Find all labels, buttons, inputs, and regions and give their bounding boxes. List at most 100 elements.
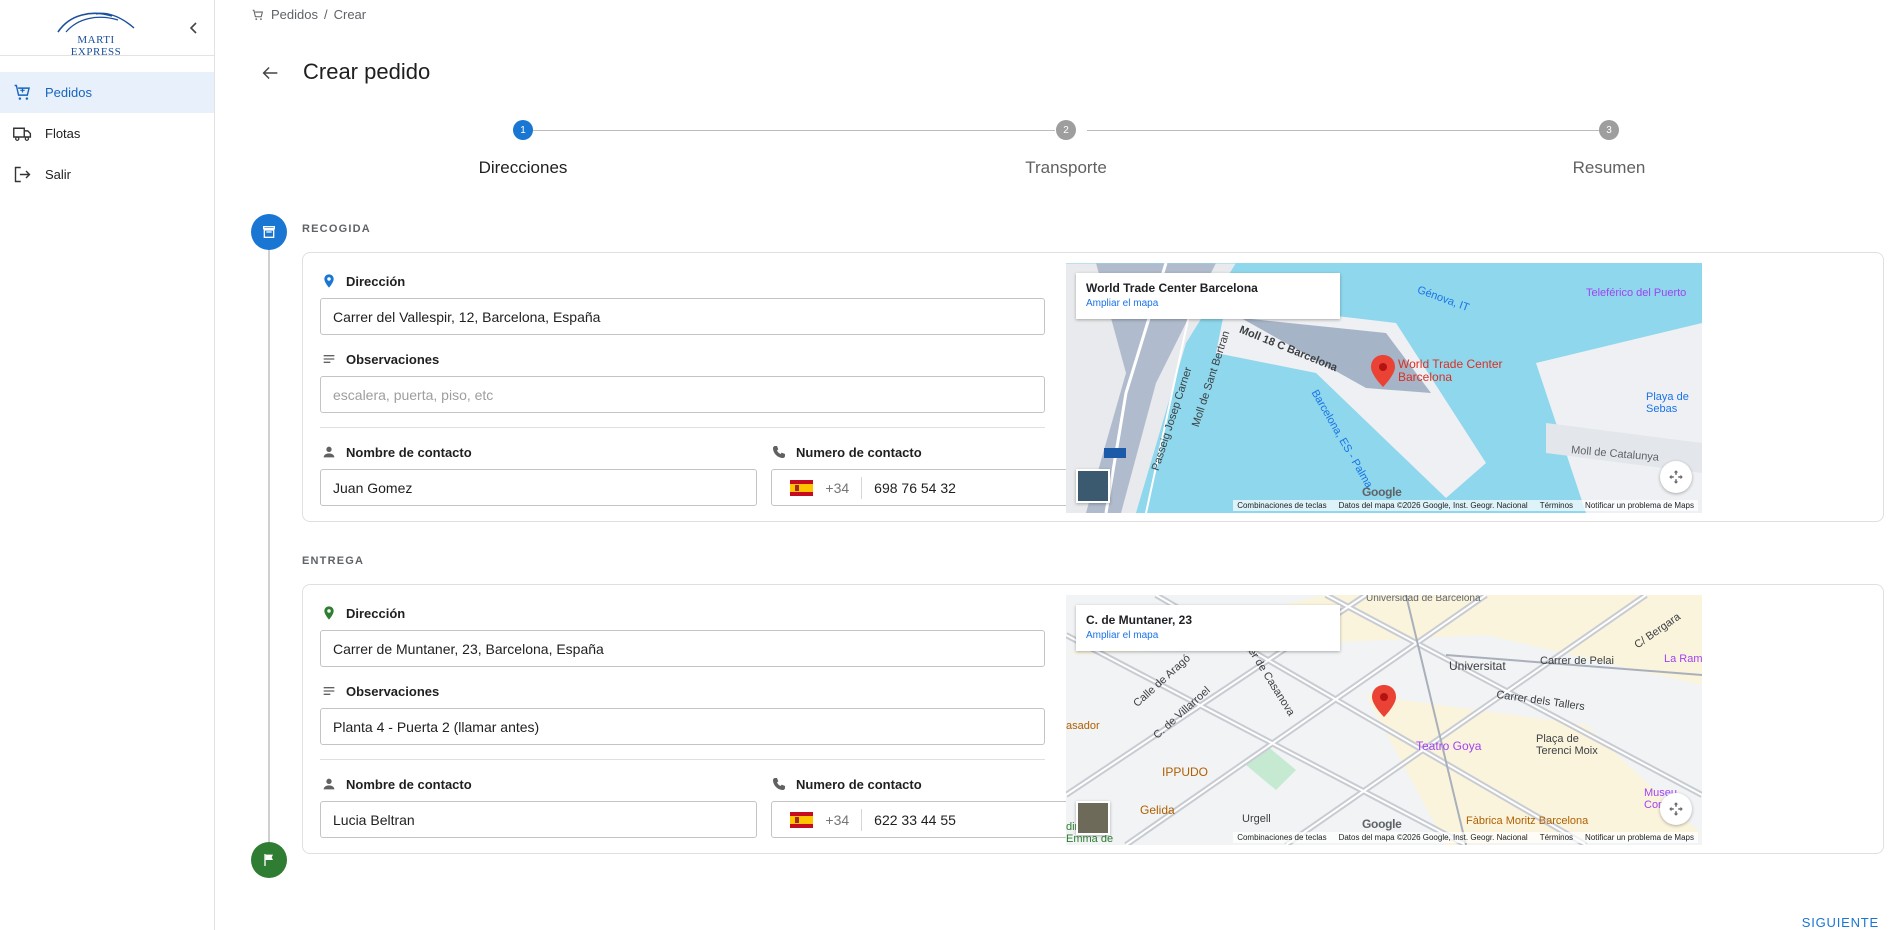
map-place-title: World Trade Center Barcelona [1086,281,1258,295]
main-content: Pedidos / Crear Crear pedido 1 2 3 Direc… [237,0,1903,930]
notes-lines-icon [323,687,335,695]
field-label-text: Dirección [346,273,406,289]
timeline-line [268,230,270,850]
phone-prefix: +34 [825,476,863,499]
truck-icon [13,127,32,141]
step-connector [525,130,1055,131]
step-2-label: Transporte [1025,158,1107,177]
brand-logo: MARTI EXPRESS [52,8,140,58]
breadcrumb-current: Crear [333,7,367,22]
notes-lines-icon [323,355,335,363]
delivery-contact-name-input[interactable] [320,801,757,838]
map-label: Fàbrica Moritz Barcelona [1466,815,1589,827]
fullscreen-icon [1669,470,1683,484]
map-satellite-toggle[interactable] [1076,801,1110,835]
step-2-indicator: 2 [1056,120,1076,140]
chevron-left-icon [189,22,197,34]
field-label-text: Observaciones [346,351,440,367]
field-label-text: Numero de contacto [796,776,922,792]
pickup-contact-name-input[interactable] [320,469,757,506]
map-keyboard-shortcuts-link[interactable]: Combinaciones de teclas [1237,833,1326,842]
sidebar: MARTI EXPRESS Pedidos Flotas Salir [0,0,215,930]
pickup-section-title: RECOGIDA [302,223,371,235]
sidebar-item-flotas[interactable]: Flotas [0,113,214,154]
breadcrumb: Pedidos / Crear [251,7,366,22]
location-pin-icon [324,606,334,620]
map-data-attribution: Datos del mapa ©2026 Google, Inst. Geogr… [1338,501,1528,510]
person-icon [323,446,335,458]
spain-flag-icon[interactable] [790,479,814,496]
delivery-timeline-icon [251,842,287,878]
map-label: IPPUDO [1162,765,1209,779]
map-report-link[interactable]: Notificar un problema de Maps [1585,501,1694,510]
delivery-contact-phone-label: Numero de contacto [771,776,922,792]
map-label: Teleférico del Puerto [1586,287,1687,299]
map-label: Universitat [1449,659,1506,673]
map-label: Universidad de Barcelona [1366,595,1481,604]
back-button[interactable] [259,62,281,84]
delivery-address-input[interactable] [320,630,1045,667]
next-button[interactable]: SIGUIENTE [1802,915,1879,930]
cart-icon [14,84,30,100]
delivery-notes-input[interactable] [320,708,1045,745]
map-marker-icon[interactable] [1371,355,1395,387]
field-label-text: Numero de contacto [796,444,922,460]
map-terms-link[interactable]: Términos [1540,833,1573,842]
logo-swoosh-icon [57,12,135,33]
sidebar-item-label: Flotas [45,126,81,141]
breadcrumb-root-link[interactable]: Pedidos [271,7,318,22]
map-label: Urgell [1242,813,1271,825]
map-place-title: C. de Muntaner, 23 [1086,613,1193,627]
google-logo: Google [1362,817,1402,831]
collapse-sidebar-button[interactable] [184,18,204,38]
delivery-contact-name-label: Nombre de contacto [321,776,472,792]
map-report-link[interactable]: Notificar un problema de Maps [1585,833,1694,842]
delivery-address-label: Dirección [321,605,405,621]
map-satellite-toggle[interactable] [1076,469,1110,503]
pickup-map-info-window: World Trade Center Barcelona Ampliar el … [1076,273,1340,319]
map-label: asador [1066,720,1100,732]
step-connector [1087,130,1617,131]
sidebar-item-salir[interactable]: Salir [0,154,214,195]
map-keyboard-shortcuts-link[interactable]: Combinaciones de teclas [1237,501,1326,510]
pickup-address-input[interactable] [320,298,1045,335]
delivery-card: Dirección Observaciones Nombre de contac… [302,584,1884,854]
map-label: La Ram [1664,653,1702,665]
pickup-map[interactable]: Passeig Josep Carner Moll de Sant Bertra… [1066,263,1702,513]
map-fullscreen-button[interactable] [1660,461,1692,493]
store-icon [263,226,275,238]
pickup-notes-label: Observaciones [321,351,439,367]
google-logo: Google [1362,485,1402,499]
pickup-address-label: Dirección [321,273,405,289]
spain-flag-icon[interactable] [790,811,814,828]
cart-icon [252,9,264,20]
map-enlarge-link[interactable]: Ampliar el mapa [1086,298,1340,309]
delivery-notes-label: Observaciones [321,683,439,699]
delivery-section-title: ENTREGA [302,555,365,567]
field-label-text: Observaciones [346,683,440,699]
flag-icon [264,854,273,866]
breadcrumb-separator: / [323,7,328,22]
arrow-left-icon [262,66,278,80]
map-marker-label: World Trade Center Barcelona [1398,357,1503,384]
phone-icon [773,446,785,458]
pickup-notes-input[interactable] [320,376,1045,413]
sidebar-item-label: Salir [45,167,72,182]
map-terms-link[interactable]: Términos [1540,501,1573,510]
sidebar-item-pedidos[interactable]: Pedidos [0,72,214,113]
map-footer: Combinaciones de teclas Datos del mapa ©… [1233,500,1698,511]
person-icon [323,778,335,790]
delivery-divider [320,759,1045,760]
page-title: Crear pedido [303,59,431,84]
map-marker-icon[interactable] [1372,685,1396,717]
pickup-timeline-icon [251,214,287,250]
pickup-contact-name-label: Nombre de contacto [321,444,472,460]
sidebar-item-label: Pedidos [45,85,92,100]
phone-prefix: +34 [825,808,863,831]
delivery-map[interactable]: Universidad de Barcelona Universitat Car… [1066,595,1702,845]
step-1-label: Direcciones [478,158,568,177]
map-enlarge-link[interactable]: Ampliar el mapa [1086,630,1340,641]
phone-icon [773,778,785,790]
map-fullscreen-button[interactable] [1660,793,1692,825]
map-label: Carrer de Pelai [1540,655,1614,667]
